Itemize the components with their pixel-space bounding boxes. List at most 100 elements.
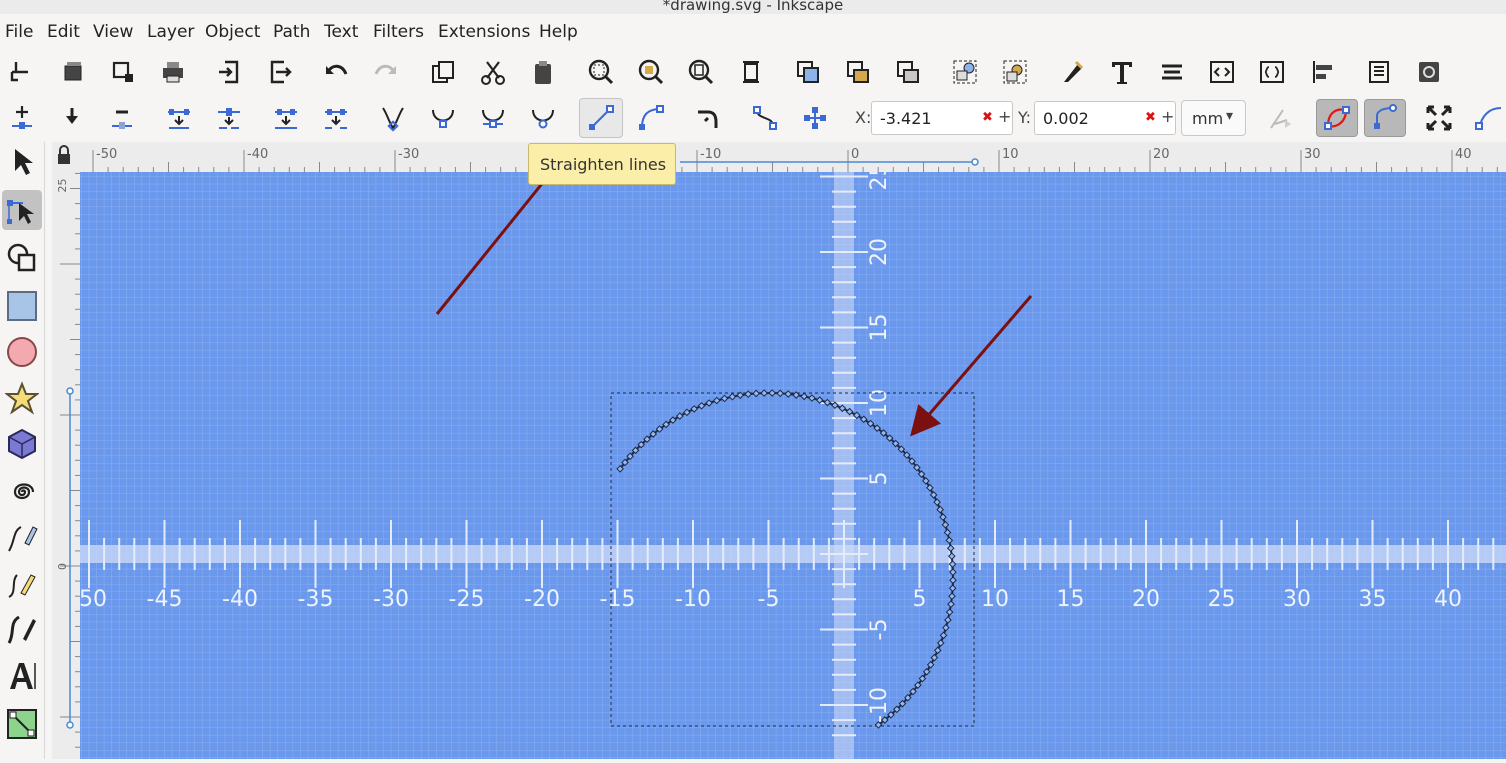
text-and-font-icon[interactable] bbox=[1104, 54, 1140, 90]
import-icon[interactable] bbox=[211, 54, 247, 90]
rectangle-tool-icon[interactable] bbox=[2, 286, 42, 326]
export-icon[interactable] bbox=[262, 54, 298, 90]
pencil-tool-icon[interactable] bbox=[2, 518, 42, 558]
stroke-to-path-icon[interactable] bbox=[797, 100, 833, 136]
add-corner-icon[interactable] bbox=[690, 100, 726, 136]
menu-text[interactable]: Text bbox=[324, 22, 358, 42]
join-nodes-icon[interactable] bbox=[161, 100, 197, 136]
tooltip-text: Straighten lines bbox=[540, 155, 667, 174]
zoom-page-width-icon[interactable] bbox=[733, 54, 769, 90]
delete-segment-icon[interactable] bbox=[318, 100, 354, 136]
x-coordinate-value: -3.421 bbox=[880, 109, 932, 128]
axis-label: 5 bbox=[913, 587, 927, 612]
make-auto-smooth-icon[interactable] bbox=[525, 100, 561, 136]
tooltip: Straighten lines bbox=[528, 143, 676, 185]
text-tool-icon[interactable] bbox=[2, 656, 42, 696]
axis-label: 30 bbox=[1283, 587, 1311, 612]
print-icon[interactable] bbox=[155, 54, 191, 90]
insert-node-icon[interactable] bbox=[4, 100, 40, 136]
redo-icon[interactable] bbox=[368, 54, 404, 90]
show-transform-handles-icon[interactable] bbox=[1263, 100, 1299, 136]
menu-extensions[interactable]: Extensions bbox=[438, 22, 530, 42]
axis-ticks bbox=[88, 175, 1495, 737]
calligraphy-tool-icon[interactable] bbox=[2, 610, 42, 650]
x-increment-icon[interactable]: + bbox=[998, 107, 1011, 126]
join-segment-icon[interactable] bbox=[268, 100, 304, 136]
x-clear-icon[interactable]: ✖ bbox=[982, 110, 993, 125]
transform-icon[interactable] bbox=[1154, 54, 1190, 90]
pen-tool-icon[interactable] bbox=[2, 564, 42, 604]
objects-icon[interactable] bbox=[1254, 54, 1290, 90]
menu-file[interactable]: File bbox=[5, 22, 33, 42]
preferences-icon[interactable] bbox=[1411, 54, 1447, 90]
align-distribute-icon[interactable] bbox=[1305, 54, 1341, 90]
star-tool-icon[interactable] bbox=[2, 378, 42, 418]
show-bounding-box-icon[interactable] bbox=[1421, 100, 1457, 136]
axis-label: -50 bbox=[80, 587, 107, 612]
gradient-tool-icon[interactable] bbox=[2, 704, 42, 744]
break-path-icon[interactable] bbox=[211, 100, 247, 136]
paste-icon[interactable] bbox=[525, 54, 561, 90]
document-properties-icon[interactable] bbox=[1361, 54, 1397, 90]
make-cusp-icon[interactable] bbox=[375, 100, 411, 136]
path-node bbox=[728, 392, 737, 401]
insert-node-min-x-icon[interactable] bbox=[54, 100, 90, 136]
straighten-lines-button[interactable] bbox=[579, 98, 623, 138]
ellipse-tool-icon[interactable] bbox=[2, 332, 42, 372]
show-path-outline-icon[interactable] bbox=[1471, 100, 1506, 136]
unit-selector[interactable]: mm ▾ bbox=[1181, 100, 1246, 136]
show-clip-path-icon[interactable] bbox=[1316, 99, 1358, 137]
y-coordinate-field[interactable]: 0.002 ✖ + bbox=[1034, 101, 1176, 135]
object-to-path-icon[interactable] bbox=[747, 100, 783, 136]
menu-filters[interactable]: Filters bbox=[373, 22, 424, 42]
axis-label: 15 bbox=[867, 314, 892, 342]
node-tool-icon[interactable] bbox=[2, 190, 42, 230]
path-node bbox=[949, 568, 957, 577]
clone-icon[interactable] bbox=[840, 54, 876, 90]
menu-edit[interactable]: Edit bbox=[47, 22, 80, 42]
axis-label: -15 bbox=[600, 587, 636, 612]
3d-box-tool-icon[interactable] bbox=[2, 424, 42, 464]
ruler-corner-lock[interactable] bbox=[52, 142, 80, 172]
undo-icon[interactable] bbox=[318, 54, 354, 90]
selector-tool-icon[interactable] bbox=[2, 142, 42, 182]
horizontal-ruler: -50-40-30-20-10010203040 bbox=[80, 142, 1506, 173]
copy-icon[interactable] bbox=[425, 54, 461, 90]
y-increment-icon[interactable]: + bbox=[1161, 107, 1174, 126]
fill-and-stroke-icon[interactable] bbox=[1054, 54, 1090, 90]
spiral-tool-icon[interactable] bbox=[2, 472, 42, 512]
make-symmetric-icon[interactable] bbox=[475, 100, 511, 136]
shape-builder-tool-icon[interactable] bbox=[2, 238, 42, 278]
group-icon[interactable] bbox=[947, 54, 983, 90]
path-node bbox=[690, 405, 698, 413]
axis-label: 40 bbox=[1434, 587, 1462, 612]
toolbox bbox=[0, 142, 45, 759]
new-document-icon[interactable] bbox=[4, 54, 40, 90]
menu-layer[interactable]: Layer bbox=[147, 22, 194, 42]
x-coordinate-field[interactable]: -3.421 ✖ + bbox=[871, 101, 1013, 135]
unlink-clone-icon[interactable] bbox=[890, 54, 926, 90]
ruler-selection-handle bbox=[971, 158, 979, 166]
cut-icon[interactable] bbox=[475, 54, 511, 90]
ruler-selection-handle bbox=[66, 387, 74, 395]
menu-object[interactable]: Object bbox=[205, 22, 260, 42]
duplicate-icon[interactable] bbox=[790, 54, 826, 90]
y-clear-icon[interactable]: ✖ bbox=[1145, 110, 1156, 125]
drawing-canvas[interactable]: -50 -45 -40 -35 -30 -25 -20 -15 -10 -5 5 10 15 20 25 30… bbox=[80, 172, 1506, 759]
delete-node-icon[interactable] bbox=[104, 100, 140, 136]
make-curves-icon[interactable] bbox=[633, 100, 669, 136]
axis-label: 10 bbox=[981, 587, 1009, 612]
open-icon[interactable] bbox=[55, 54, 91, 90]
xml-editor-icon[interactable] bbox=[1204, 54, 1240, 90]
save-icon[interactable] bbox=[105, 54, 141, 90]
menu-view[interactable]: View bbox=[93, 22, 133, 42]
zoom-drawing-icon[interactable] bbox=[633, 54, 669, 90]
menu-help[interactable]: Help bbox=[539, 22, 578, 42]
make-smooth-icon[interactable] bbox=[425, 100, 461, 136]
path-node bbox=[942, 623, 950, 632]
show-handles-icon[interactable] bbox=[1364, 99, 1406, 137]
zoom-page-icon[interactable] bbox=[683, 54, 719, 90]
zoom-selection-icon[interactable] bbox=[583, 54, 619, 90]
ungroup-icon[interactable] bbox=[997, 54, 1033, 90]
menu-path[interactable]: Path bbox=[273, 22, 310, 42]
